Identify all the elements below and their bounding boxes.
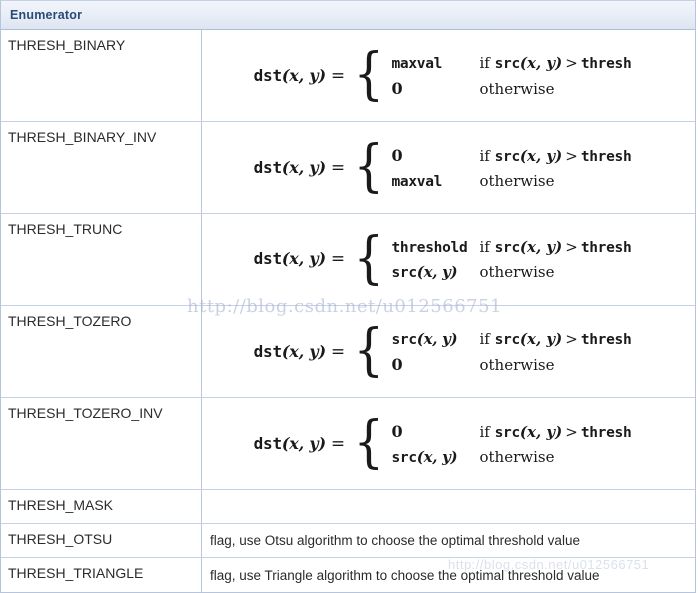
table-row: THRESH_TOZERO dst(x, y) = { src(x, y) if src(…	[1, 306, 695, 398]
piecewise-formula: dst(x, y) = { src(x, y) if src(x, y) > thresh 0…	[253, 317, 632, 383]
description-text: flag, use Triangle algorithm to choose t…	[210, 567, 600, 583]
table-row: THRESH_OTSU flag, use Otsu algorithm to c…	[1, 524, 695, 558]
piecewise-formula: dst(x, y) = { threshold if src(x, y) > thresh s…	[253, 225, 632, 291]
enumerator-description-cell: dst(x, y) = {0 if src(x, y) > thresh maxval oth…	[202, 122, 695, 213]
enumerator-name-cell: THRESH_TOZERO_INV	[1, 398, 202, 489]
enumerator-description-cell: dst(x, y) = {0 if src(x, y) > thresh src(x, y)…	[202, 398, 695, 489]
table-row: THRESH_TRIANGLE flag, use Triangle algori…	[1, 558, 695, 592]
left-brace-icon: {	[353, 317, 384, 383]
formula-lhs: dst(x, y) =	[253, 157, 345, 178]
table-row: THRESH_TOZERO_INV dst(x, y) = {0 if src(x, y…	[1, 398, 695, 490]
case-condition: if src(x, y) > thresh	[479, 329, 632, 348]
table-row: THRESH_BINARY dst(x, y) = { maxval if src(x, …	[1, 30, 695, 122]
case-value: 0	[391, 354, 403, 374]
piecewise-formula: dst(x, y) = {0 if src(x, y) > thresh maxval oth…	[253, 133, 632, 199]
case-value: 0	[391, 78, 403, 98]
formula-cases: 0 if src(x, y) > thresh src(x, y) otherwise	[392, 422, 632, 466]
case-condition: if src(x, y) > thresh	[479, 422, 632, 441]
case-condition: otherwise	[479, 355, 555, 374]
case-value: src(x, y)	[391, 329, 458, 348]
enumerator-name-cell: THRESH_BINARY_INV	[1, 122, 202, 213]
column-header-enumerator: Enumerator	[10, 8, 83, 22]
case-line: src(x, y) otherwise	[392, 448, 632, 466]
table-row: THRESH_MASK	[1, 490, 695, 524]
case-condition: otherwise	[479, 262, 555, 281]
case-line: src(x, y) otherwise	[392, 263, 632, 281]
formula-lhs: dst(x, y) =	[253, 249, 345, 270]
enumerator-description-cell: dst(x, y) = { src(x, y) if src(x, y) > thresh 0…	[202, 306, 695, 397]
enumerator-name-cell: THRESH_OTSU	[1, 524, 202, 557]
enumerator-description-cell: dst(x, y) = { threshold if src(x, y) > thresh s…	[202, 214, 695, 305]
case-value: 0	[391, 421, 403, 441]
enumerator-description-cell: dst(x, y) = { maxval if src(x, y) > thresh 0 oth…	[202, 30, 695, 121]
left-brace-icon: {	[353, 41, 384, 107]
formula-cases: src(x, y) if src(x, y) > thresh 0 otherwise	[392, 330, 632, 374]
case-line: threshold if src(x, y) > thresh	[392, 238, 632, 256]
enumerator-name-cell: THRESH_MASK	[1, 490, 202, 523]
left-brace-icon: {	[353, 409, 384, 475]
enumerator-table: Enumerator THRESH_BINARY dst(x, y) ={maxva…	[0, 0, 696, 593]
case-value: 0	[391, 145, 403, 165]
case-line: maxval otherwise	[392, 172, 632, 190]
enumerator-name-cell: THRESH_BINARY	[1, 30, 202, 121]
case-condition: if src(x, y) > thresh	[479, 237, 632, 256]
table-body: THRESH_BINARY dst(x, y) = { maxval if src(x, …	[1, 30, 695, 592]
formula-lhs: dst(x, y) =	[253, 433, 345, 454]
case-value: maxval	[391, 55, 443, 72]
case-line: 0 if src(x, y) > thresh	[392, 146, 632, 165]
formula-lhs: dst(x, y) =	[253, 65, 345, 86]
formula-lhs: dst(x, y) =	[253, 341, 345, 362]
formula-cases: 0 if src(x, y) > thresh maxval otherwise	[392, 146, 632, 190]
enumerator-name-cell: THRESH_TOZERO	[1, 306, 202, 397]
formula-cases: threshold if src(x, y) > thresh src(x, y) oth…	[392, 238, 632, 281]
piecewise-formula: dst(x, y) = { maxval if src(x, y) > thresh 0 oth…	[253, 41, 632, 107]
enumerator-description-cell: flag, use Triangle algorithm to choose t…	[202, 558, 695, 592]
enumerator-description-cell	[202, 490, 695, 523]
table-header-row: Enumerator	[1, 1, 695, 30]
case-line: 0 otherwise	[392, 355, 632, 374]
case-line: maxval if src(x, y) > thresh	[392, 54, 632, 72]
table-row: THRESH_TRUNC dst(x, y) = { threshold if src(x…	[1, 214, 695, 306]
table-row: THRESH_BINARY_INV dst(x, y) = {0 if src(x, y…	[1, 122, 695, 214]
formula-cases: maxval if src(x, y) > thresh 0 otherwise	[392, 54, 632, 98]
case-line: 0 otherwise	[392, 79, 632, 98]
case-value: src(x, y)	[391, 447, 458, 466]
case-line: src(x, y) if src(x, y) > thresh	[392, 330, 632, 348]
description-text: flag, use Otsu algorithm to choose the o…	[210, 533, 580, 548]
left-brace-icon: {	[353, 225, 384, 291]
case-condition: otherwise	[479, 171, 555, 190]
case-value: maxval	[391, 173, 443, 190]
case-condition: if src(x, y) > thresh	[479, 146, 632, 165]
case-condition: if src(x, y) > thresh	[479, 53, 632, 72]
case-line: 0 if src(x, y) > thresh	[392, 422, 632, 441]
left-brace-icon: {	[353, 133, 384, 199]
enumerator-name-cell: THRESH_TRIANGLE	[1, 558, 202, 592]
case-value: src(x, y)	[391, 262, 458, 281]
enumerator-name-cell: THRESH_TRUNC	[1, 214, 202, 305]
piecewise-formula: dst(x, y) = {0 if src(x, y) > thresh src(x, y)…	[253, 409, 632, 475]
case-value: threshold	[391, 239, 468, 256]
case-condition: otherwise	[479, 447, 555, 466]
enumerator-description-cell: flag, use Otsu algorithm to choose the o…	[202, 524, 695, 557]
case-condition: otherwise	[479, 79, 555, 98]
